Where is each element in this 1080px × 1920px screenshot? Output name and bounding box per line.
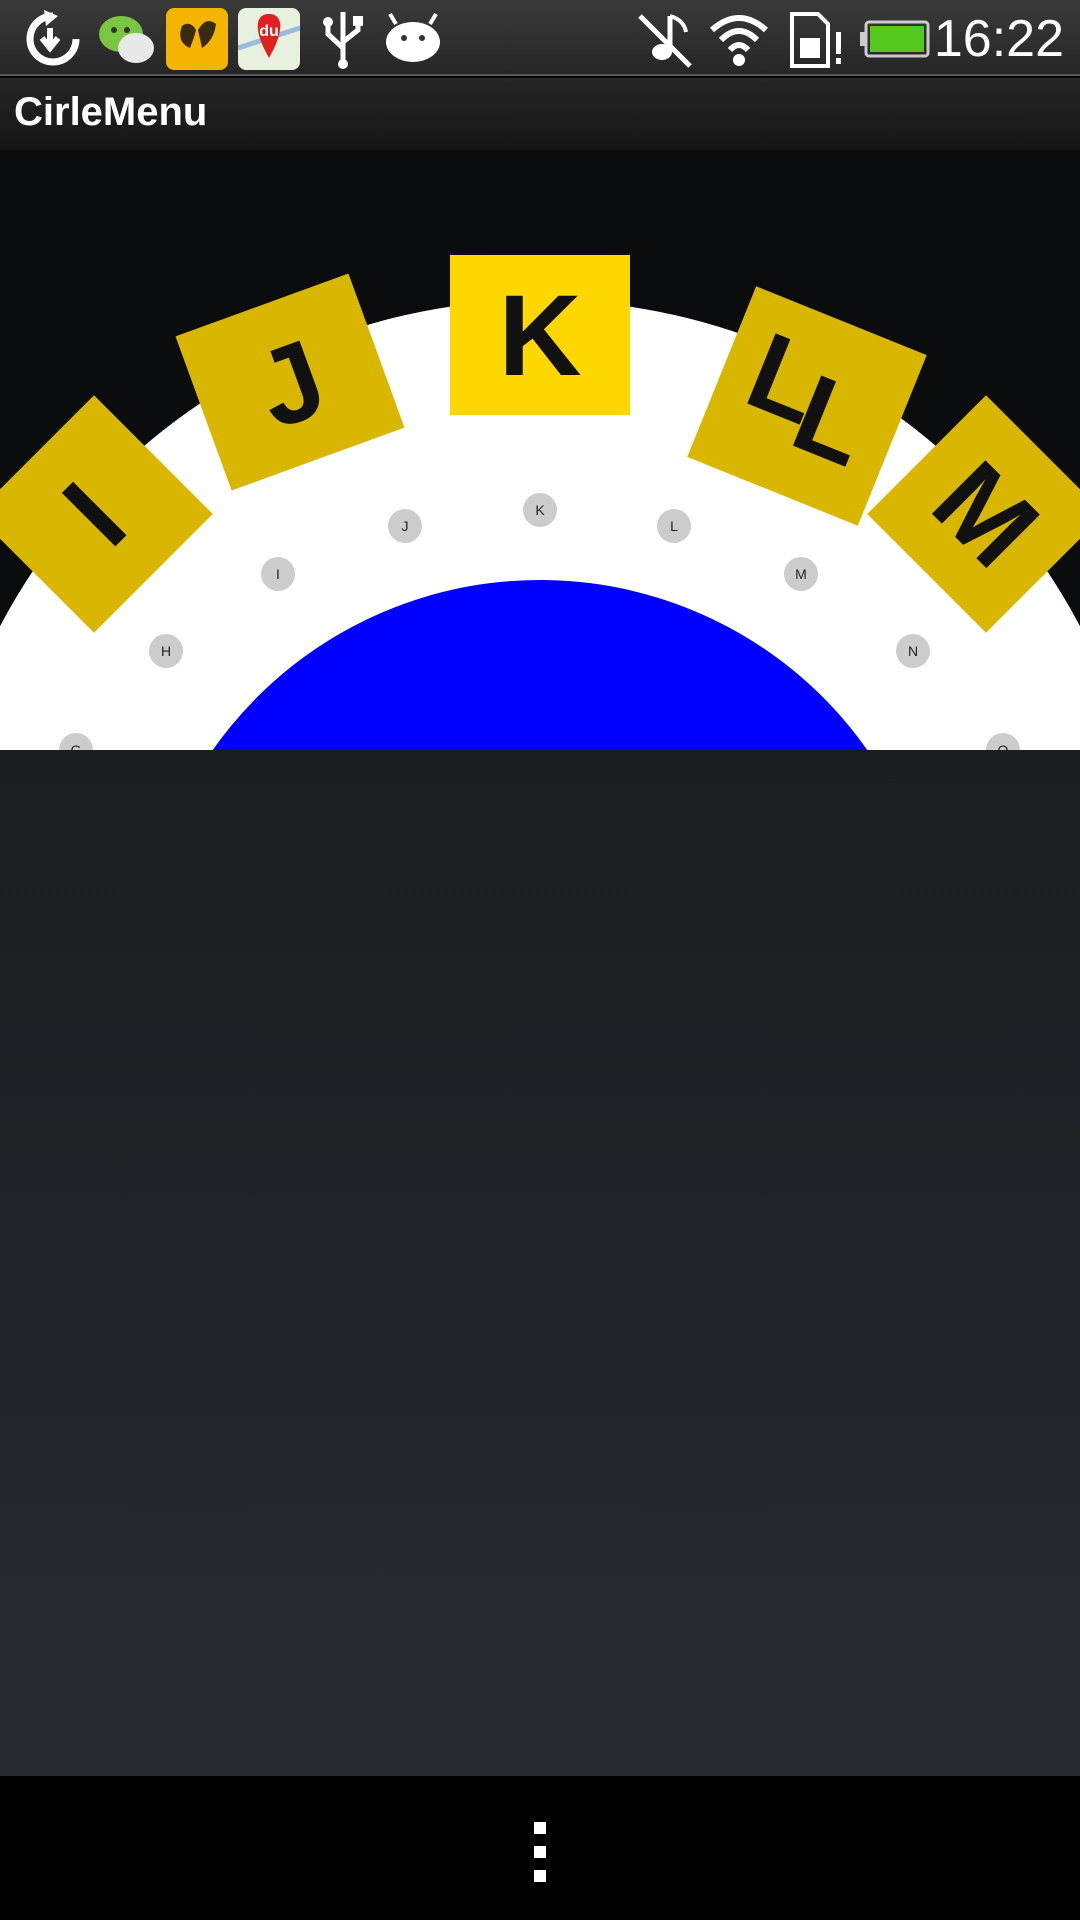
inner-dot-l[interactable]: L [657,509,691,543]
inner-dot-i[interactable]: I [261,557,295,591]
usb-icon [323,12,363,69]
circle-menu[interactable]: G H I J K L M N O I J K L L M [0,150,1080,750]
navigation-bar [0,1776,1080,1920]
butterfly-app-icon [166,8,228,70]
clock: 16:22 [933,10,1064,68]
app-title: CirleMenu [14,90,208,134]
svg-text:J: J [402,518,409,534]
inner-dot-h[interactable]: H [149,634,183,668]
svg-text:M: M [795,566,807,582]
svg-text:O: O [998,742,1009,750]
baidu-maps-icon: du [238,8,300,70]
sync-icon [26,10,80,66]
content-area [0,750,1080,1776]
svg-text:N: N [908,643,918,659]
battery-icon [860,20,930,58]
menu-tile-k[interactable]: K [450,255,630,415]
action-bar: CirleMenu [0,78,1080,150]
sim-alert-icon [790,12,841,68]
inner-dot-n[interactable]: N [896,634,930,668]
overflow-menu-icon[interactable] [520,1804,560,1894]
svg-text:K: K [535,502,545,518]
inner-dot-k[interactable]: K [523,493,557,527]
wifi-icon [710,15,768,66]
svg-text:L: L [670,518,678,534]
baidu-label: du [259,23,279,40]
wechat-icon [99,16,154,63]
status-bar: du 16:22 [0,0,1080,76]
svg-text:G: G [71,742,82,750]
circle-menu-area: G H I J K L M N O I J K L L M [0,150,1080,750]
inner-dot-j[interactable]: J [388,509,422,543]
svg-text:H: H [161,643,171,659]
android-debug-icon [386,12,440,62]
mute-icon [638,14,692,68]
svg-text:I: I [276,566,280,582]
inner-dot-m[interactable]: M [784,557,818,591]
svg-text:K: K [498,272,581,400]
